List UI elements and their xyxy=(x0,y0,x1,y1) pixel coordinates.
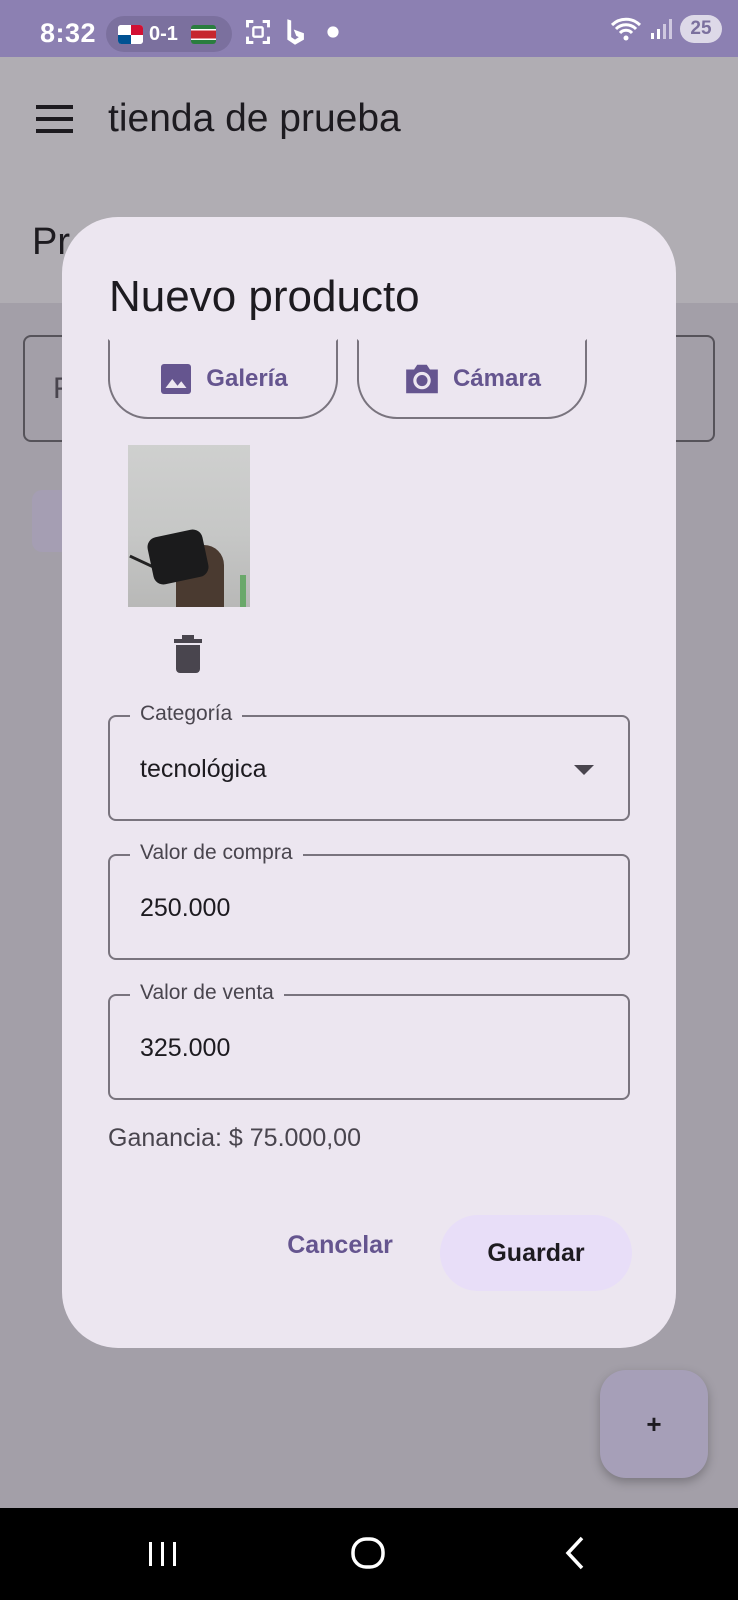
battery-icon: 25 xyxy=(680,15,722,43)
category-label: Categoría xyxy=(130,702,243,726)
new-product-dialog: Nuevo producto Galería Cámara Categoría … xyxy=(62,217,676,1348)
dot-icon xyxy=(327,26,339,38)
navigation-bar xyxy=(0,1508,738,1600)
dropdown-arrow-icon xyxy=(574,765,594,775)
suriname-flag-icon xyxy=(191,25,216,44)
score-chip: 0-1 xyxy=(106,16,232,52)
signal-icon xyxy=(651,19,672,39)
menu-icon[interactable] xyxy=(36,105,73,133)
camera-icon xyxy=(406,364,438,394)
sale-value-field[interactable]: Valor de venta 325.000 xyxy=(108,981,630,1100)
gallery-button[interactable]: Galería xyxy=(108,339,338,419)
category-value: tecnológica xyxy=(140,755,267,783)
score-text: 0-1 xyxy=(149,23,178,45)
camera-button-label: Cámara xyxy=(452,365,542,392)
back-icon[interactable] xyxy=(560,1532,590,1572)
category-dropdown[interactable]: Categoría tecnológica xyxy=(108,702,630,821)
gallery-button-label: Galería xyxy=(206,365,288,392)
status-time: 8:32 xyxy=(40,18,97,48)
trash-icon xyxy=(174,635,202,673)
sale-value-label: Valor de venta xyxy=(130,981,284,1005)
recent-apps-icon[interactable] xyxy=(146,1532,180,1572)
panama-flag-icon xyxy=(118,25,143,44)
profit-text: Ganancia: $ 75.000,00 xyxy=(108,1124,361,1152)
camera-button[interactable]: Cámara xyxy=(357,339,587,419)
app-bar: tienda de prueba xyxy=(0,57,738,187)
add-product-fab[interactable]: + xyxy=(600,1370,708,1478)
sale-value-input[interactable]: 325.000 xyxy=(140,1034,230,1063)
purchase-value-input[interactable]: 250.000 xyxy=(140,894,230,923)
cancel-button[interactable]: Cancelar xyxy=(278,1215,402,1275)
save-button[interactable]: Guardar xyxy=(440,1215,632,1291)
notification-icons xyxy=(244,18,340,46)
dialog-title: Nuevo producto xyxy=(109,272,420,321)
wifi-icon xyxy=(610,17,642,41)
screenshot-icon xyxy=(246,20,270,45)
image-icon xyxy=(161,364,192,394)
purchase-value-field[interactable]: Valor de compra 250.000 xyxy=(108,841,630,960)
app-title: tienda de prueba xyxy=(108,97,401,140)
home-icon[interactable] xyxy=(348,1532,388,1572)
system-icons: 25 xyxy=(610,15,722,43)
purchase-value-label: Valor de compra xyxy=(130,841,303,865)
product-photo-thumbnail xyxy=(128,445,250,607)
delete-photo-button[interactable] xyxy=(174,635,202,678)
bing-icon xyxy=(287,19,305,45)
status-bar: 8:32 0-1 25 xyxy=(0,0,738,57)
